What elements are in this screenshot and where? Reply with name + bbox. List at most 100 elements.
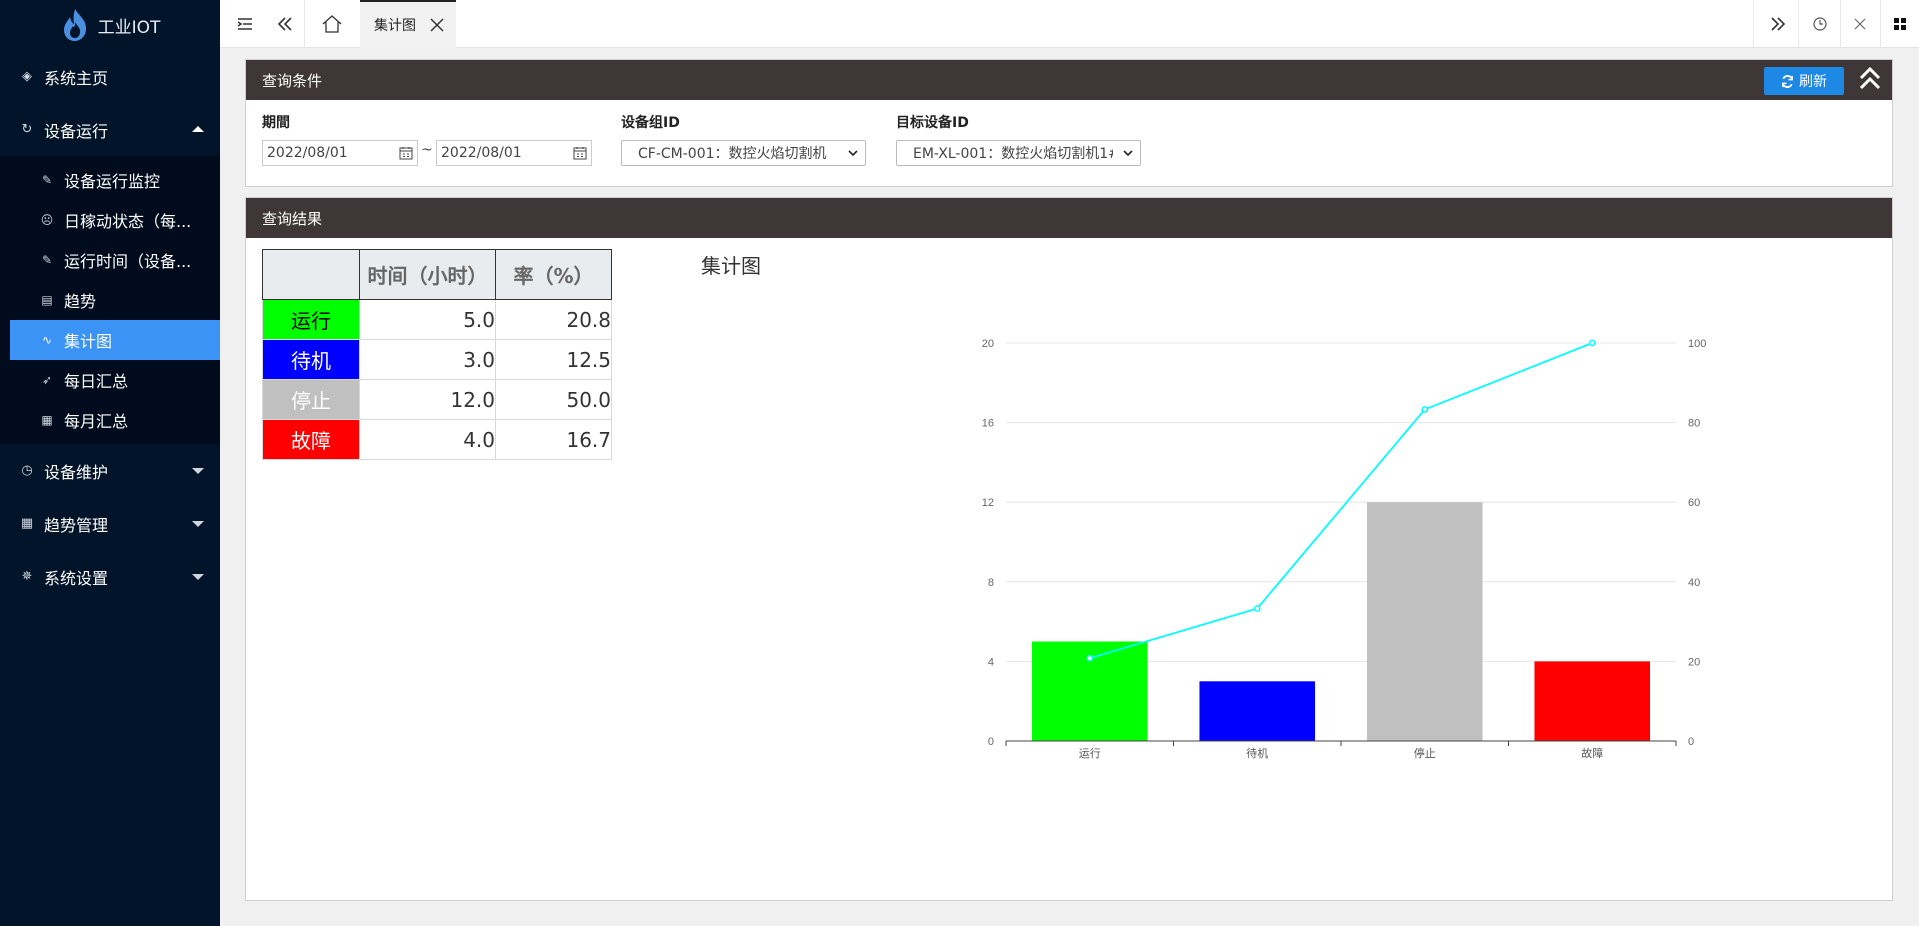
refresh-button-label: 刷新 [1799, 74, 1827, 90]
nav-system-settings[interactable]: ✵ 系统设置 [0, 550, 220, 603]
bar-3 [1534, 661, 1651, 741]
query-conditions-title: 查询条件 [262, 71, 323, 90]
period-label: 期間 [262, 115, 290, 131]
header-time: 时间（小时） [359, 249, 496, 300]
date-from-input[interactable]: 2022/08/01 [262, 140, 418, 166]
date-to-input[interactable]: 2022/08/01 [436, 140, 592, 166]
cumulative-line [1089, 342, 1593, 660]
rate-cell: 16.7 [495, 419, 612, 460]
target-id-select[interactable]: EM-XL-001：数控火焰切割机1# [896, 140, 1141, 166]
clipboard-icon: ▦ [20, 516, 34, 531]
menu-toggle-icon[interactable] [234, 0, 256, 48]
status-cell: 运行 [262, 299, 360, 340]
refresh-icon: ↻ [21, 122, 33, 137]
caret-down-icon [192, 467, 204, 474]
nav-maintenance-label: 设备维护 [44, 462, 109, 482]
line-point-0 [1086, 654, 1094, 662]
sidebar-item-monthly-summary[interactable]: ▦ 每月汇总 [10, 400, 220, 440]
x-tick-label: 待机 [1246, 746, 1268, 760]
table-row: 停止 12.0 50.0 [262, 379, 612, 420]
target-id-value: EM-XL-001：数控火焰切割机1# [913, 146, 1113, 162]
refresh-icon [1781, 74, 1794, 88]
date-range-separator: ~ [421, 142, 433, 158]
refresh-button[interactable]: 刷新 [1764, 67, 1844, 95]
edit-icon: ✎ [41, 173, 53, 187]
nav-equipment-operation-label: 设备运行 [44, 121, 109, 141]
rate-cell: 20.8 [495, 299, 612, 340]
y-right-tick-label: 80 [1688, 418, 1700, 430]
rate-cell: 50.0 [495, 379, 612, 420]
sidebar-item-daily-status[interactable]: ☹ 日稼动状态（每... [10, 200, 220, 240]
sidebar-item-label: 设备运行监控 [64, 172, 161, 191]
sidebar-item-label: 趋势 [64, 292, 97, 311]
sidebar-item-label: 运行时间（设备... [64, 252, 192, 271]
sidebar-item-daily-summary[interactable]: ➶ 每日汇总 [10, 360, 220, 400]
flame-logo-icon [63, 9, 86, 41]
scroll-tabs-left-icon[interactable] [272, 0, 298, 48]
tab-summary-chart-label: 集计图 [374, 18, 416, 34]
history-icon[interactable] [1800, 0, 1840, 48]
header-blank [262, 249, 360, 300]
sidebar-item-label: 每日汇总 [64, 372, 129, 391]
sidebar-item-summary-chart[interactable]: ∿ 集计图 [10, 320, 220, 360]
table-row: 故障 4.0 16.7 [262, 419, 612, 460]
sidebar-item-monitor[interactable]: ✎ 设备运行监控 [10, 160, 220, 200]
home-icon[interactable] [312, 0, 352, 48]
sidebar-item-run-time[interactable]: ✎ 运行时间（设备... [10, 240, 220, 280]
summary-chart: 0 4 8 12 16 20 0 20 40 60 80 100 运行 待机 停止 故障 [982, 338, 1707, 760]
scroll-tabs-right-icon[interactable] [1758, 0, 1798, 48]
time-cell: 4.0 [359, 419, 496, 460]
query-results-header: 查询结果 [246, 198, 1892, 238]
x-tick-label: 故障 [1581, 746, 1603, 760]
results-table-header: 时间（小时） 率（%） [262, 249, 612, 300]
group-id-select[interactable]: CF-CM-001：数控火焰切割机 [621, 140, 866, 166]
close-all-icon[interactable] [1842, 0, 1878, 48]
nav-home[interactable]: ◈ 系统主页 [0, 50, 220, 103]
caret-down-icon [192, 520, 204, 527]
line-point-3 [1588, 339, 1596, 347]
document-icon: ▤ [41, 293, 53, 307]
x-tick-label: 运行 [1079, 747, 1101, 760]
x-tick-label: 停止 [1414, 746, 1436, 760]
y-left-tick-label: 12 [982, 497, 994, 509]
results-table: 时间（小时） 率（%） 运行 5.0 20.8 待机 3.0 12.5 停止 12.0 50.0… [262, 249, 612, 460]
date-from-value: 2022/08/01 [267, 145, 348, 161]
group-id-value: CF-CM-001：数控火焰切割机 [638, 146, 827, 162]
nav-equipment-operation[interactable]: ↻ 设备运行 [0, 103, 220, 156]
send-icon: ➶ [41, 373, 53, 387]
query-results-title: 查询结果 [262, 209, 323, 228]
query-conditions-header: 查询条件 刷新 [246, 60, 1892, 100]
bar-2 [1366, 502, 1483, 741]
chevron-down-icon [848, 150, 858, 157]
line-point-2 [1421, 406, 1429, 413]
y-right-tick-label: 60 [1688, 497, 1700, 509]
target-id-label: 目标设备ID [896, 115, 969, 131]
nav-trend-management[interactable]: ▦ 趋势管理 [0, 497, 220, 550]
pulse-icon: ∿ [41, 333, 53, 347]
close-tab-icon[interactable] [430, 18, 444, 32]
caret-down-icon [192, 573, 204, 580]
gear-icon: ✵ [21, 569, 33, 584]
nav-maintenance[interactable]: ◷ 设备维护 [0, 444, 220, 497]
submenu-equipment-operation: ✎ 设备运行监控 ☹ 日稼动状态（每... ✎ 运行时间（设备... ▤ 趋势 … [0, 156, 220, 444]
bar-1 [1199, 681, 1316, 741]
sidebar-item-label: 每月汇总 [64, 412, 129, 431]
caret-up-icon [192, 125, 204, 132]
collapse-up-icon[interactable] [1856, 64, 1884, 94]
sidebar: 工业IOT ◈ 系统主页 ↻ 设备运行 ✎ 设备运行监控 ☹ 日稼动状态（每..… [0, 0, 220, 926]
calendar-icon [399, 147, 413, 160]
y-left-tick-label: 8 [988, 577, 994, 589]
time-cell: 3.0 [359, 339, 496, 380]
app-logo[interactable]: 工业IOT [0, 0, 220, 50]
sidebar-item-trend[interactable]: ▤ 趋势 [10, 280, 220, 320]
nav-trend-management-label: 趋势管理 [44, 515, 109, 535]
sidebar-item-label: 集计图 [64, 332, 113, 351]
nav-system-settings-label: 系统设置 [44, 568, 109, 588]
tab-summary-chart[interactable]: 集计图 [360, 0, 456, 48]
time-cell: 12.0 [359, 379, 496, 420]
y-left-tick-label: 4 [988, 656, 994, 668]
chevron-down-icon [1123, 150, 1133, 157]
grid-menu-icon[interactable] [1882, 0, 1918, 48]
status-cell: 停止 [262, 379, 360, 420]
nav-home-label: 系统主页 [44, 68, 109, 88]
